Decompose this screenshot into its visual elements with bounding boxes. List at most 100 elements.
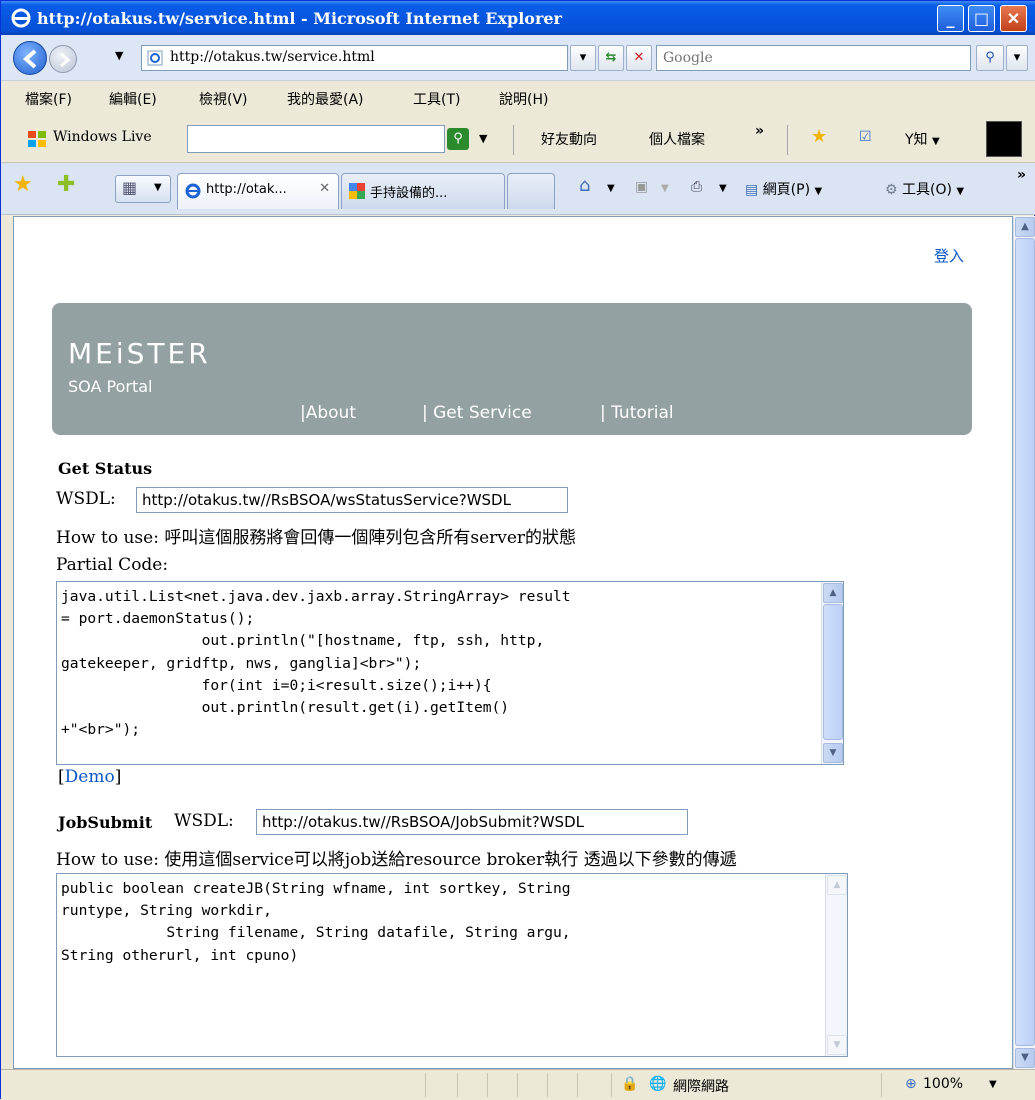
- refresh-button[interactable]: ⇆: [598, 45, 624, 71]
- job-submit-code: public boolean createJB(String wfname, i…: [61, 880, 571, 964]
- page-menu-button[interactable]: ▤ 網頁(P) ▼: [745, 179, 822, 199]
- zoom-level[interactable]: 100%: [923, 1076, 963, 1092]
- menu-favorites[interactable]: 我的最愛(A): [287, 89, 364, 109]
- login-link[interactable]: 登入: [934, 245, 964, 266]
- page-scrollbar[interactable]: ▲ ▼: [1013, 216, 1035, 1069]
- feeds-icon[interactable]: ▣: [635, 179, 648, 195]
- google-icon: [349, 183, 365, 199]
- search-options-button[interactable]: ▾: [1006, 45, 1028, 71]
- windows-live-label[interactable]: Windows Live: [53, 129, 152, 145]
- add-favorites-icon[interactable]: ✚: [57, 173, 75, 197]
- profile-link[interactable]: 個人檔案: [649, 129, 705, 149]
- close-tab-icon[interactable]: ✕: [319, 181, 330, 196]
- scroll-down-arrow-icon[interactable]: ▼: [823, 743, 843, 763]
- close-button[interactable]: ✕: [1000, 5, 1027, 32]
- wsdl-label: WSDL:: [56, 489, 116, 509]
- job-submit-wsdl-field[interactable]: http://otakus.tw//RsBSOA/JobSubmit?WSDL: [256, 809, 688, 835]
- demo-link[interactable]: Demo: [65, 767, 115, 787]
- browser-window: http://otakus.tw/service.html - Microsof…: [0, 0, 1035, 1100]
- menu-help[interactable]: 說明(H): [499, 89, 548, 109]
- quick-tabs-button[interactable]: ▦ ▼: [115, 175, 171, 203]
- tab-handheld-devices[interactable]: 手持設備的...: [341, 173, 505, 209]
- scroll-thumb[interactable]: [823, 604, 843, 740]
- wsdl-label: WSDL:: [174, 811, 234, 831]
- status-divider: [517, 1073, 518, 1097]
- nav-tutorial[interactable]: | Tutorial: [600, 403, 674, 423]
- nav-get-service[interactable]: | Get Service: [422, 403, 532, 423]
- code-scrollbar[interactable]: ▲ ▼: [825, 874, 847, 1056]
- history-dropdown-icon[interactable]: ▼: [115, 49, 123, 62]
- search-input[interactable]: [663, 47, 963, 69]
- tab-label: 手持設備的...: [370, 186, 448, 201]
- menu-edit[interactable]: 編輯(E): [109, 89, 157, 109]
- chevron-down-icon[interactable]: ▼: [989, 1079, 997, 1090]
- home-icon[interactable]: ⌂: [579, 175, 590, 196]
- back-button[interactable]: [13, 41, 47, 75]
- status-divider: [425, 1073, 426, 1097]
- more-links-chevron[interactable]: »: [755, 123, 764, 139]
- site-subtitle: SOA Portal: [68, 377, 153, 396]
- stop-button[interactable]: ✕: [626, 45, 652, 71]
- windows-live-search-button[interactable]: ⚲: [447, 128, 469, 150]
- search-box[interactable]: [656, 45, 971, 71]
- maximize-icon: □: [973, 9, 990, 28]
- status-bar: 🔒 🌐 網際網路 ⊕ 100% ▼: [1, 1069, 1035, 1100]
- stop-icon: ✕: [633, 50, 645, 65]
- scroll-down-arrow-icon[interactable]: ▼: [1015, 1048, 1035, 1068]
- chevron-down-icon[interactable]: ▼: [607, 183, 615, 194]
- ie-logo-icon: [11, 8, 31, 28]
- chevron-down-icon[interactable]: ▼: [479, 132, 487, 145]
- search-button[interactable]: ⚲: [976, 45, 1004, 71]
- new-tab-button[interactable]: [507, 173, 555, 209]
- status-divider: [457, 1073, 458, 1097]
- scroll-up-arrow-icon[interactable]: ▲: [823, 583, 843, 603]
- site-banner: MEiSTER SOA Portal |About | Get Service …: [52, 303, 972, 435]
- minimize-icon: _: [946, 9, 955, 28]
- demo-bracket: [: [58, 767, 65, 787]
- status-divider: [881, 1073, 882, 1097]
- windows-live-search-input[interactable]: [187, 125, 445, 153]
- address-bar[interactable]: http://otakus.tw/service.html: [141, 45, 568, 71]
- favorites-center-icon[interactable]: ★: [13, 173, 33, 197]
- chevron-down-icon[interactable]: ▼: [719, 183, 727, 194]
- friends-activity-link[interactable]: 好友動向: [541, 129, 597, 149]
- tools-menu-button[interactable]: ⚙ 工具(O) ▼: [885, 179, 964, 199]
- window-title: http://otakus.tw/service.html - Microsof…: [37, 9, 562, 28]
- tab-current[interactable]: http://otak... ✕: [177, 173, 339, 209]
- scroll-up-arrow-icon[interactable]: ▲: [827, 875, 847, 895]
- job-submit-heading: JobSubmit: [58, 813, 153, 832]
- scroll-thumb[interactable]: [1015, 238, 1035, 1046]
- maximize-button[interactable]: □: [968, 5, 995, 32]
- security-zone-label[interactable]: 網際網路: [673, 1076, 729, 1096]
- more-commands-chevron[interactable]: »: [1017, 167, 1026, 183]
- yahoo-knowledge-button[interactable]: Y知 ▼: [905, 129, 940, 149]
- forward-button[interactable]: [49, 45, 77, 73]
- menu-file[interactable]: 檔案(F): [25, 89, 72, 109]
- demo-bracket: ]: [114, 767, 122, 787]
- quick-tabs-icon: ▦: [122, 178, 138, 197]
- chevron-down-icon[interactable]: ▼: [661, 183, 669, 194]
- chevron-down-icon: ▼: [814, 186, 823, 197]
- address-dropdown-button[interactable]: ▾: [570, 45, 596, 71]
- minimize-button[interactable]: _: [937, 5, 964, 32]
- scroll-up-arrow-icon[interactable]: ▲: [1015, 217, 1035, 237]
- menu-tools[interactable]: 工具(T): [413, 89, 460, 109]
- nav-about[interactable]: |About: [300, 403, 356, 423]
- page-icon: ▤: [745, 182, 759, 198]
- tabs-bar: ★ ✚ ▦ ▼ http://otak... ✕ 手持設備的... ⌂ ▼ ▣ …: [1, 163, 1035, 215]
- print-icon[interactable]: ⎙: [691, 179, 702, 195]
- get-status-wsdl-field[interactable]: http://otakus.tw//RsBSOA/wsStatusService…: [136, 487, 568, 513]
- favorites-star-icon[interactable]: ★: [811, 126, 827, 147]
- scroll-down-arrow-icon[interactable]: ▼: [827, 1035, 847, 1055]
- code-scrollbar[interactable]: ▲ ▼: [821, 582, 843, 764]
- job-submit-code-textarea[interactable]: public boolean createJB(String wfname, i…: [56, 873, 848, 1057]
- address-toolbar: ▼ http://otakus.tw/service.html ▾ ⇆ ✕ ⚲ …: [1, 35, 1035, 81]
- checkbox-icon[interactable]: ☑: [859, 129, 872, 145]
- windows-live-toolbar: Windows Live ⚲ ▼ 好友動向 個人檔案 » ★ ☑ Y知 ▼: [1, 115, 1035, 163]
- title-bar: http://otakus.tw/service.html - Microsof…: [1, 1, 1035, 35]
- close-icon: ✕: [1006, 9, 1021, 28]
- protected-mode-icon[interactable]: 🔒: [621, 1076, 638, 1092]
- get-status-code-textarea[interactable]: java.util.List<net.java.dev.jaxb.array.S…: [56, 581, 844, 765]
- chevron-down-icon: ▾: [1013, 50, 1021, 65]
- menu-view[interactable]: 檢視(V): [199, 89, 248, 109]
